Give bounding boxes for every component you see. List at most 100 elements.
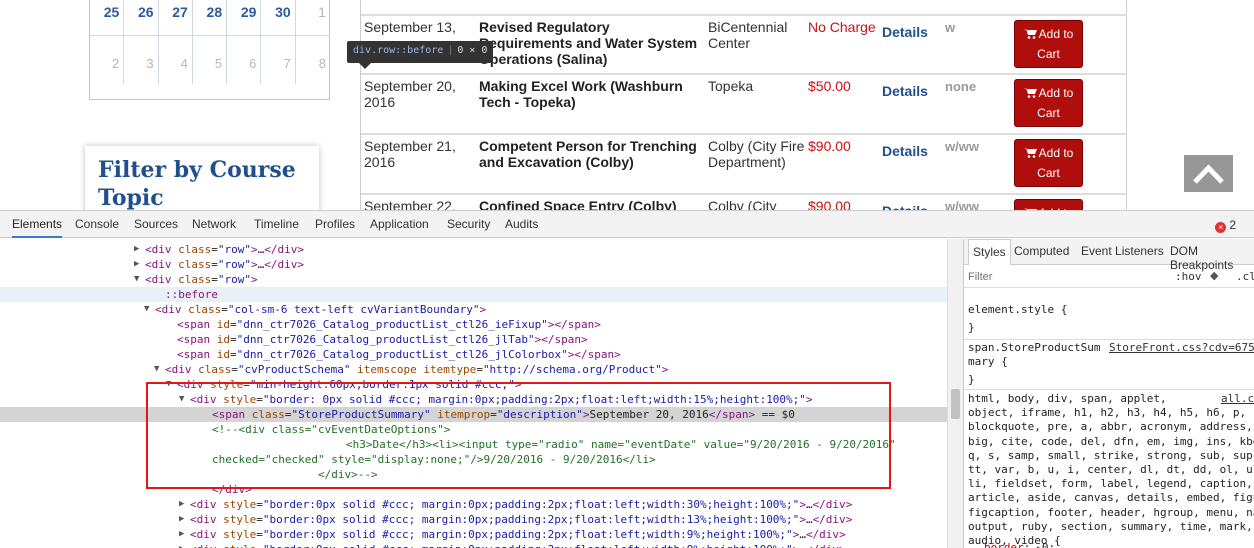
calendar-day[interactable]: 3 xyxy=(124,36,159,84)
calendar-day[interactable]: 6 xyxy=(227,36,262,84)
course-code: w/ww xyxy=(945,139,979,154)
calendar-day[interactable]: 8 xyxy=(296,36,330,84)
dom-node-line[interactable]: <!--<div class="cvEventDateOptions"> xyxy=(0,422,947,437)
dom-node-line[interactable]: <h3>Date</h3><li><input type="radio" nam… xyxy=(0,437,947,452)
dom-node-markup: <!--<div class="cvEventDateOptions"> xyxy=(212,423,451,436)
expand-triangle-icon[interactable]: ▶ xyxy=(179,512,184,527)
dom-node-line[interactable]: ▼ <div style="min-height:60px;border:1px … xyxy=(0,377,947,392)
expand-triangle-icon[interactable]: ▶ xyxy=(134,242,139,257)
add-to-cart-button[interactable]: Add toCart xyxy=(1014,20,1083,68)
error-counter[interactable]: × 2 xyxy=(1215,218,1236,233)
dom-node-line[interactable]: ▼ <div class="cvProductSchema" itemscope … xyxy=(0,362,947,377)
tab-console[interactable]: Console xyxy=(75,211,119,238)
add-to-cart-button[interactable]: Add to Cart xyxy=(1014,139,1083,187)
stylesheet-link[interactable]: all.css xyxy=(1221,392,1254,405)
elements-tree[interactable]: ▶ <div class="row">…</div> ▶ <div class="ro… xyxy=(0,239,947,548)
tab-timeline[interactable]: Timeline xyxy=(254,211,299,238)
expand-triangle-icon[interactable]: ▶ xyxy=(179,497,184,512)
tab-security[interactable]: Security xyxy=(447,211,490,238)
filter-title: Filter by Course Topic xyxy=(98,157,296,210)
styles-tab-event-listeners[interactable]: Event Listeners xyxy=(1081,244,1164,258)
dom-node-line[interactable]: <span id="dnn_ctr7026_Catalog_productLis… xyxy=(0,332,947,347)
details-link[interactable]: Details xyxy=(882,143,928,159)
details-link[interactable]: Details xyxy=(882,24,928,40)
cart-icon xyxy=(1023,148,1037,158)
elements-scrollbar[interactable] xyxy=(947,239,964,548)
dom-node-line[interactable]: ::before xyxy=(0,287,947,302)
add-to-cart-button[interactable]: Add toCart xyxy=(1014,199,1083,210)
calendar-day[interactable]: 25 xyxy=(90,0,125,35)
tab-application[interactable]: Application xyxy=(370,211,429,238)
dom-node-line[interactable]: <span class="StoreProductSummary" itempr… xyxy=(0,407,947,422)
collapse-triangle-icon[interactable]: ▼ xyxy=(166,377,171,392)
tab-profiles[interactable]: Profiles xyxy=(315,211,355,238)
tab-audits[interactable]: Audits xyxy=(505,211,538,238)
dom-node-markup: <div class="cvProductSchema" itemscope i… xyxy=(165,363,669,376)
dom-node-line[interactable]: <span id="dnn_ctr7026_Catalog_productLis… xyxy=(0,317,947,332)
tab-network[interactable]: Network xyxy=(192,211,236,238)
tab-sources[interactable]: Sources xyxy=(134,211,178,238)
class-toggle[interactable]: .cls xyxy=(1236,270,1254,283)
dom-node-line[interactable]: ▶ <div class="row">…</div> xyxy=(0,257,947,272)
dom-node-line[interactable]: <span id="dnn_ctr7026_Catalog_productLis… xyxy=(0,347,947,362)
details-link[interactable]: Details xyxy=(882,83,928,99)
dom-node-line[interactable]: </div>--> xyxy=(0,467,947,482)
collapse-triangle-icon[interactable]: ▼ xyxy=(154,362,159,377)
stylesheet-link[interactable]: StoreFront.css?cdv=675 xyxy=(1109,341,1254,354)
hover-state-toggle[interactable]: :hov xyxy=(1175,270,1202,283)
expand-triangle-icon[interactable]: ▶ xyxy=(179,527,184,542)
course-code: none xyxy=(945,79,977,94)
collapse-triangle-icon[interactable]: ▼ xyxy=(144,302,149,317)
calendar-day[interactable]: 27 xyxy=(159,0,193,35)
reset-rule-selector: output, ruby, section, summary, time, ma… xyxy=(968,519,1253,533)
dom-node-markup: <span id="dnn_ctr7026_Catalog_productLis… xyxy=(177,318,601,331)
styles-filter-input[interactable] xyxy=(968,269,1158,285)
web-page-viewport: 25 26 27 28 29 30 1 2345678 Filter by Course T… xyxy=(0,0,1254,210)
scrollbar-thumb[interactable] xyxy=(951,389,960,419)
dom-node-line[interactable]: ▶ <div style="border:0px solid #ccc; marg… xyxy=(0,542,947,548)
calendar-day[interactable]: 2 xyxy=(90,36,125,84)
calendar-day[interactable]: 29 xyxy=(227,0,262,35)
dom-node-line[interactable]: ▶ <div style="border:0px solid #ccc; marg… xyxy=(0,527,947,542)
dom-node-line[interactable]: ▶ <div style="border:0px solid #ccc; marg… xyxy=(0,497,947,512)
add-to-cart-button[interactable]: Add toCart xyxy=(1014,79,1083,127)
mini-calendar: 25 26 27 28 29 30 1 2345678 xyxy=(89,0,330,100)
dom-node-markup: <span id="dnn_ctr7026_Catalog_productLis… xyxy=(177,333,588,346)
collapse-triangle-icon[interactable]: ▼ xyxy=(134,272,139,287)
element-inspect-tooltip: div.row::before | 0 × 0 xyxy=(347,41,494,69)
collapse-triangle-icon[interactable]: ▼ xyxy=(179,392,184,407)
element-style-rule: element.style { xyxy=(968,303,1068,316)
dom-node-line[interactable]: ▼ <div style="border: 0px solid #ccc; mar… xyxy=(0,392,947,407)
rule-close-brace: } xyxy=(968,321,975,334)
calendar-day[interactable]: 28 xyxy=(193,0,228,35)
dom-node-line[interactable]: ▼ <div class="row"> xyxy=(0,272,947,287)
styles-tab-computed[interactable]: Computed xyxy=(1014,244,1069,258)
dom-node-line[interactable]: ▼ <div class="col-sm-6 text-left cvVarian… xyxy=(0,302,947,317)
scroll-to-top-button[interactable] xyxy=(1184,155,1233,192)
calendar-day[interactable]: 4 xyxy=(159,36,193,84)
calendar-day[interactable]: 5 xyxy=(193,36,228,84)
tab-elements[interactable]: Elements xyxy=(12,211,63,238)
cart-label-line2: Cart xyxy=(1037,166,1060,180)
element-state-icon[interactable]: ◆ xyxy=(1210,269,1218,282)
dom-node-line[interactable]: ▶ <div style="border:0px solid #ccc; marg… xyxy=(0,512,947,527)
details-link[interactable]: Details xyxy=(882,203,928,210)
expand-triangle-icon[interactable]: ▶ xyxy=(134,257,139,272)
styles-filter-bar: :hov ◆ .cls xyxy=(964,266,1254,288)
dom-node-line[interactable]: checked="checked" style="display:none;"/… xyxy=(0,452,947,467)
cart-label-line1: Add to xyxy=(1038,27,1074,41)
dom-node-line[interactable]: </div> xyxy=(0,482,947,497)
calendar-day[interactable]: 7 xyxy=(261,36,296,84)
styles-tab-styles[interactable]: Styles xyxy=(968,239,1011,265)
cart-label-line2: Cart xyxy=(1037,106,1060,120)
dom-node-line[interactable]: ▶ <div class="row">…</div> xyxy=(0,242,947,257)
reset-rule-selector: article, aside, canvas, details, embed, … xyxy=(968,491,1254,505)
calendar-day[interactable]: 1 xyxy=(296,0,330,35)
course-location: Colby (City Fire Department) xyxy=(708,138,805,170)
calendar-day[interactable]: 26 xyxy=(124,0,159,35)
course-title: Making Excel Work (Washburn Tech - Topek… xyxy=(479,78,683,110)
cart-label-line1: Add to xyxy=(1038,146,1074,160)
calendar-day[interactable]: 30 xyxy=(261,0,296,35)
reset-rule-selector: blockquote, pre, a, abbr, acronym, addre… xyxy=(968,420,1253,434)
expand-triangle-icon[interactable]: ▶ xyxy=(179,542,184,548)
